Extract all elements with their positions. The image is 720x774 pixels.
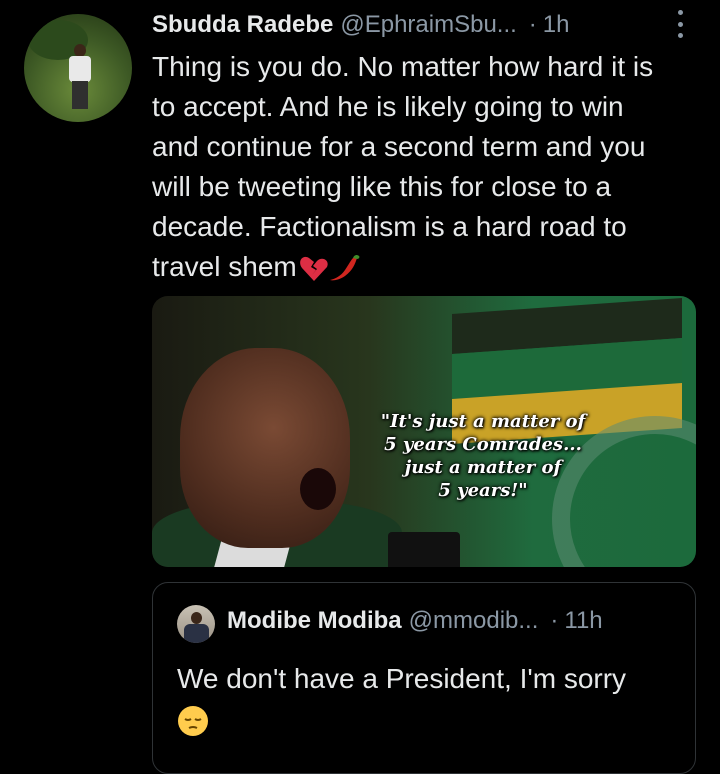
- broken-heart-icon: [299, 256, 328, 281]
- quoted-tweet-emoji-line: [177, 699, 677, 739]
- tweet-text-line: travel shem: [152, 251, 297, 282]
- man-head: [180, 348, 350, 548]
- more-vertical-icon[interactable]: [676, 10, 684, 38]
- tweet-text-last-line: travel shem: [152, 247, 700, 287]
- tweet-text-line: to accept. And he is likely going to win: [152, 91, 624, 122]
- media-caption-line: "It's just a matter of: [380, 411, 586, 432]
- separator-dot: ·: [528, 11, 537, 38]
- quoted-tweet-timestamp[interactable]: 11h: [564, 607, 602, 635]
- media-caption: "It's just a matter of 5 years Comrades.…: [378, 410, 588, 502]
- media-caption-line: just a matter of: [404, 457, 562, 478]
- tweet-header: Sbudda Radebe @EphraimSbu... · 1h: [152, 8, 692, 42]
- tweet-text: Thing is you do. No matter how hard it i…: [152, 47, 700, 287]
- author-avatar[interactable]: [24, 14, 132, 122]
- author-name[interactable]: Sbudda Radebe: [152, 11, 333, 39]
- avatar-person-legs: [72, 81, 88, 109]
- pensive-face-icon: [178, 705, 208, 736]
- media-caption-line: 5 years Comrades...: [384, 434, 582, 455]
- tweet-text-line: will be tweeting like this for close to …: [152, 171, 612, 202]
- tweet-text-line: Thing is you do. No matter how hard it i…: [152, 51, 654, 82]
- chili-pepper-icon: [329, 254, 360, 280]
- tweet-media-image[interactable]: "It's just a matter of 5 years Comrades.…: [152, 296, 696, 567]
- quoted-author-avatar[interactable]: [177, 605, 215, 643]
- quoted-author-name[interactable]: Modibe Modiba: [227, 607, 402, 635]
- media-caption-line: 5 years!": [438, 480, 528, 501]
- tweet-text-line: decade. Factionalism is a hard road to: [152, 211, 627, 242]
- author-handle[interactable]: @EphraimSbu...: [340, 11, 516, 39]
- quoted-tweet-header: Modibe Modiba @mmodib... · 11h: [227, 607, 603, 635]
- tweet-text-line: and continue for a second term and you: [152, 131, 646, 162]
- quoted-author-handle[interactable]: @mmodib...: [409, 607, 539, 635]
- quoted-tweet[interactable]: Modibe Modiba @mmodib... · 11h We don't …: [152, 582, 696, 774]
- quoted-tweet-text-line: We don't have a President, I'm sorry: [177, 663, 627, 694]
- separator-dot: ·: [550, 607, 559, 634]
- tweet-timestamp[interactable]: 1h: [543, 11, 570, 39]
- avatar-person-body: [69, 56, 91, 82]
- phone: [388, 532, 460, 567]
- quoted-tweet-text: We don't have a President, I'm sorry: [177, 659, 677, 739]
- man-mouth: [300, 468, 336, 510]
